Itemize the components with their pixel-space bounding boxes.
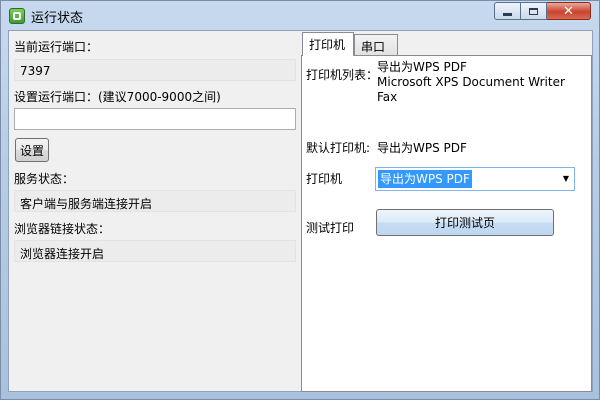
current-port-value: 7397 xyxy=(14,59,296,81)
tab-printer[interactable]: 打印机 xyxy=(302,32,354,56)
chevron-down-icon[interactable]: ▼ xyxy=(563,174,569,183)
maximize-button[interactable] xyxy=(521,2,547,20)
service-status-label: 服务状态： xyxy=(14,172,75,186)
tab-serial-port[interactable]: 串口 xyxy=(354,34,398,56)
maximize-icon xyxy=(529,7,538,15)
printer-list: 导出为WPS PDF Microsoft XPS Document Writer… xyxy=(377,60,565,105)
set-port-input[interactable] xyxy=(14,108,296,130)
default-printer-label: 默认打印机: xyxy=(306,141,371,155)
printer-list-label: 打印机列表： xyxy=(306,68,379,82)
close-button[interactable]: ✕ xyxy=(547,2,591,20)
list-item: Microsoft XPS Document Writer xyxy=(377,75,565,89)
window-title: 运行状态 xyxy=(31,11,84,26)
printer-select[interactable]: 导出为WPS PDF ▼ xyxy=(375,167,575,191)
printer-label: 打印机 xyxy=(306,172,343,186)
client-area: 当前运行端口： 7397 设置运行端口：(建议7000-9000之间) 设置 服… xyxy=(8,30,593,392)
minimize-button[interactable] xyxy=(494,2,521,20)
caption-buttons: ✕ xyxy=(494,2,591,20)
set-port-label: 设置运行端口：(建议7000-9000之间) xyxy=(14,90,221,104)
minimize-icon xyxy=(503,12,512,16)
default-printer-value: 导出为WPS PDF xyxy=(377,141,467,155)
list-item: Fax xyxy=(377,90,398,104)
app-icon xyxy=(9,8,25,24)
title-bar[interactable]: 运行状态 ✕ xyxy=(1,1,599,29)
browser-status-label: 浏览器链接状态： xyxy=(14,222,111,236)
printer-select-value: 导出为WPS PDF xyxy=(378,170,472,188)
list-item: 导出为WPS PDF xyxy=(377,60,467,74)
print-test-page-button[interactable]: 打印测试页 xyxy=(376,209,554,236)
service-status-value: 客户端与服务端连接开启 xyxy=(14,190,296,212)
printer-tab-panel: 打印机列表： 导出为WPS PDF Microsoft XPS Document… xyxy=(301,55,592,392)
close-icon: ✕ xyxy=(563,3,574,19)
app-window: 运行状态 ✕ 当前运行端口： 7397 设置运行端口：(建议7000-9000之… xyxy=(0,0,600,400)
test-print-label: 测试打印 xyxy=(306,221,355,235)
current-port-label: 当前运行端口： xyxy=(14,40,99,54)
browser-status-value: 浏览器连接开启 xyxy=(14,240,296,262)
set-button[interactable]: 设置 xyxy=(15,138,49,162)
